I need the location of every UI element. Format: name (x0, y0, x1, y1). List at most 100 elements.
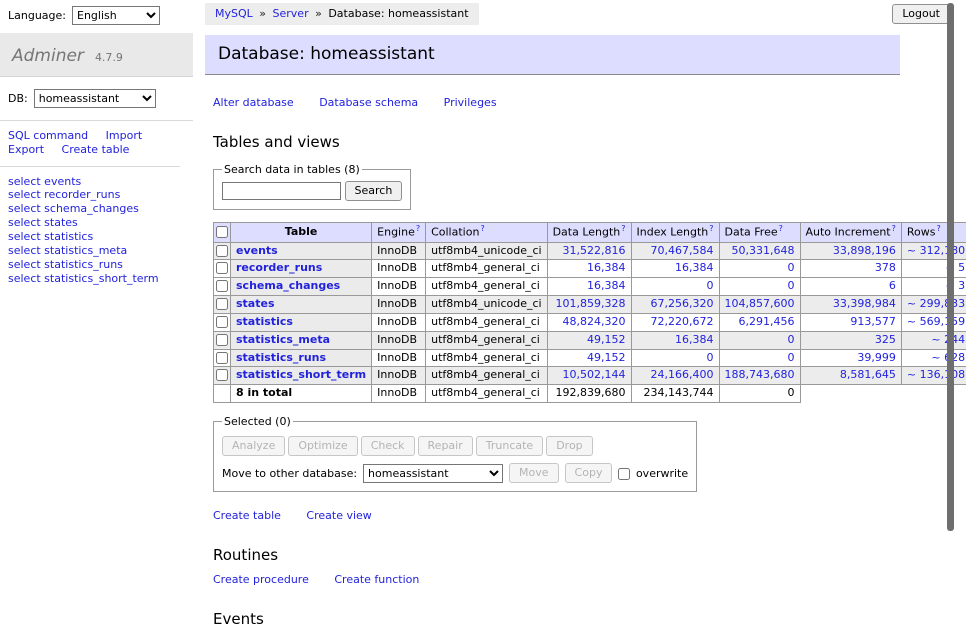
data-free-cell: 6,291,456 (719, 313, 800, 331)
sidebar-select-table-link[interactable]: select statistics_runs (8, 259, 185, 272)
sidebar-link-import[interactable]: Import (106, 129, 143, 143)
sidebar-select-table-link[interactable]: select statistics (8, 231, 185, 244)
auto-increment-link[interactable]: 33,398,984 (833, 297, 896, 310)
index-length-link[interactable]: 16,384 (675, 261, 714, 274)
data-length-link[interactable]: 48,824,320 (563, 315, 626, 328)
column-help-link[interactable]: ? (709, 224, 713, 233)
privileges-link[interactable]: Privileges (444, 96, 497, 109)
auto-increment-link[interactable]: 378 (875, 261, 896, 274)
column-help-link[interactable]: ? (779, 224, 783, 233)
analyze-button[interactable]: Analyze (222, 436, 285, 456)
sidebar-select-table-link[interactable]: select states (8, 217, 185, 230)
sidebar-link-create-table[interactable]: Create table (62, 143, 130, 157)
database-schema-link[interactable]: Database schema (319, 96, 418, 109)
auto-increment-link[interactable]: 8,581,645 (840, 368, 896, 381)
column-help-link[interactable]: ? (621, 224, 625, 233)
breadcrumb-server-link[interactable]: Server (273, 7, 309, 20)
data-free-link[interactable]: 104,857,600 (725, 297, 795, 310)
index-length-link[interactable]: 16,384 (675, 333, 714, 346)
data-length-link[interactable]: 16,384 (587, 261, 626, 274)
table-name-link[interactable]: recorder_runs (236, 261, 322, 274)
row-checkbox[interactable] (216, 352, 228, 364)
optimize-button[interactable]: Optimize (288, 436, 357, 456)
rows-estimate-link[interactable]: ~ 299,833 (907, 297, 965, 310)
table-name-link[interactable]: statistics_short_term (236, 368, 366, 381)
drop-button[interactable]: Drop (546, 436, 592, 456)
auto-increment-link[interactable]: 913,577 (850, 315, 896, 328)
table-name-link[interactable]: events (236, 244, 278, 257)
data-length-link[interactable]: 16,384 (587, 279, 626, 292)
repair-button[interactable]: Repair (418, 436, 473, 456)
sidebar-select-table-link[interactable]: select events (8, 176, 185, 189)
check-button[interactable]: Check (361, 436, 415, 456)
row-checkbox[interactable] (216, 369, 228, 381)
data-free-link[interactable]: 0 (788, 261, 795, 274)
index-length-link[interactable]: 0 (707, 279, 714, 292)
data-free-link[interactable]: 50,331,648 (732, 244, 795, 257)
index-length-link[interactable]: 24,166,400 (651, 368, 714, 381)
sidebar-link-export[interactable]: Export (8, 143, 44, 157)
auto-increment-link[interactable]: 6 (889, 279, 896, 292)
row-checkbox[interactable] (216, 280, 228, 292)
column-help-link[interactable]: ? (416, 224, 420, 233)
rows-estimate-link[interactable]: ~ 569,159 (907, 315, 965, 328)
column-help-link[interactable]: ? (892, 224, 896, 233)
row-checkbox[interactable] (216, 334, 228, 346)
column-help-link[interactable]: ? (480, 224, 484, 233)
data-free-link[interactable]: 0 (788, 279, 795, 292)
alter-database-link[interactable]: Alter database (213, 96, 294, 109)
vertical-scrollbar-thumb[interactable] (947, 3, 954, 531)
index-length-link[interactable]: 70,467,584 (651, 244, 714, 257)
sidebar-select-table-link[interactable]: select schema_changes (8, 203, 185, 216)
table-name-link[interactable]: schema_changes (236, 279, 340, 292)
index-length-link[interactable]: 72,220,672 (651, 315, 714, 328)
data-free-link[interactable]: 6,291,456 (739, 315, 795, 328)
auto-increment-link[interactable]: 325 (875, 333, 896, 346)
column-help-link[interactable]: ? (936, 224, 940, 233)
overwrite-checkbox[interactable] (618, 468, 630, 480)
breadcrumb-mysql-link[interactable]: MySQL (215, 7, 253, 20)
row-checkbox[interactable] (216, 298, 228, 310)
create-table-link[interactable]: Create table (213, 509, 281, 522)
data-length-link[interactable]: 101,859,328 (556, 297, 626, 310)
sidebar-select-table-link[interactable]: select statistics_meta (8, 245, 185, 258)
data-free-link[interactable]: 0 (788, 333, 795, 346)
sidebar-select-table-link[interactable]: select statistics_short_term (8, 273, 185, 286)
table-name-link[interactable]: statistics_runs (236, 351, 326, 364)
row-checkbox[interactable] (216, 316, 228, 328)
rows-estimate-link[interactable]: ~ 312,180 (907, 244, 965, 257)
data-free-link[interactable]: 188,743,680 (725, 368, 795, 381)
create-procedure-link[interactable]: Create procedure (213, 573, 309, 586)
data-length-link[interactable]: 10,502,144 (563, 368, 626, 381)
table-name-link[interactable]: statistics (236, 315, 293, 328)
create-function-link[interactable]: Create function (334, 573, 419, 586)
sidebar-select-table-link[interactable]: select recorder_runs (8, 189, 185, 202)
total-label-cell: 8 in total (231, 385, 372, 403)
move-database-select[interactable]: homeassistant (363, 464, 503, 483)
auto-increment-link[interactable]: 33,898,196 (833, 244, 896, 257)
create-view-link[interactable]: Create view (306, 509, 371, 522)
rows-estimate-link[interactable]: ~ 136,108 (907, 368, 965, 381)
language-select[interactable]: English (72, 6, 160, 25)
data-length-link[interactable]: 49,152 (587, 333, 626, 346)
table-row: statistics_metaInnoDButf8mb4_general_ci4… (214, 331, 966, 349)
data-free-link[interactable]: 0 (788, 351, 795, 364)
data-length-link[interactable]: 31,522,816 (563, 244, 626, 257)
sidebar-link-sql-command[interactable]: SQL command (8, 129, 88, 143)
index-length-link[interactable]: 0 (707, 351, 714, 364)
db-select[interactable]: homeassistant (34, 89, 156, 108)
truncate-button[interactable]: Truncate (476, 436, 543, 456)
move-button[interactable]: Move (509, 463, 559, 483)
search-input[interactable] (222, 182, 341, 200)
logout-button[interactable]: Logout (892, 4, 950, 24)
row-checkbox[interactable] (216, 262, 228, 274)
select-all-checkbox[interactable] (216, 226, 228, 238)
index-length-link[interactable]: 67,256,320 (651, 297, 714, 310)
table-name-link[interactable]: statistics_meta (236, 333, 330, 346)
data-length-link[interactable]: 49,152 (587, 351, 626, 364)
row-checkbox[interactable] (216, 245, 228, 257)
table-name-link[interactable]: states (236, 297, 275, 310)
auto-increment-link[interactable]: 39,999 (857, 351, 896, 364)
copy-button[interactable]: Copy (565, 463, 613, 483)
search-button[interactable]: Search (345, 181, 403, 201)
